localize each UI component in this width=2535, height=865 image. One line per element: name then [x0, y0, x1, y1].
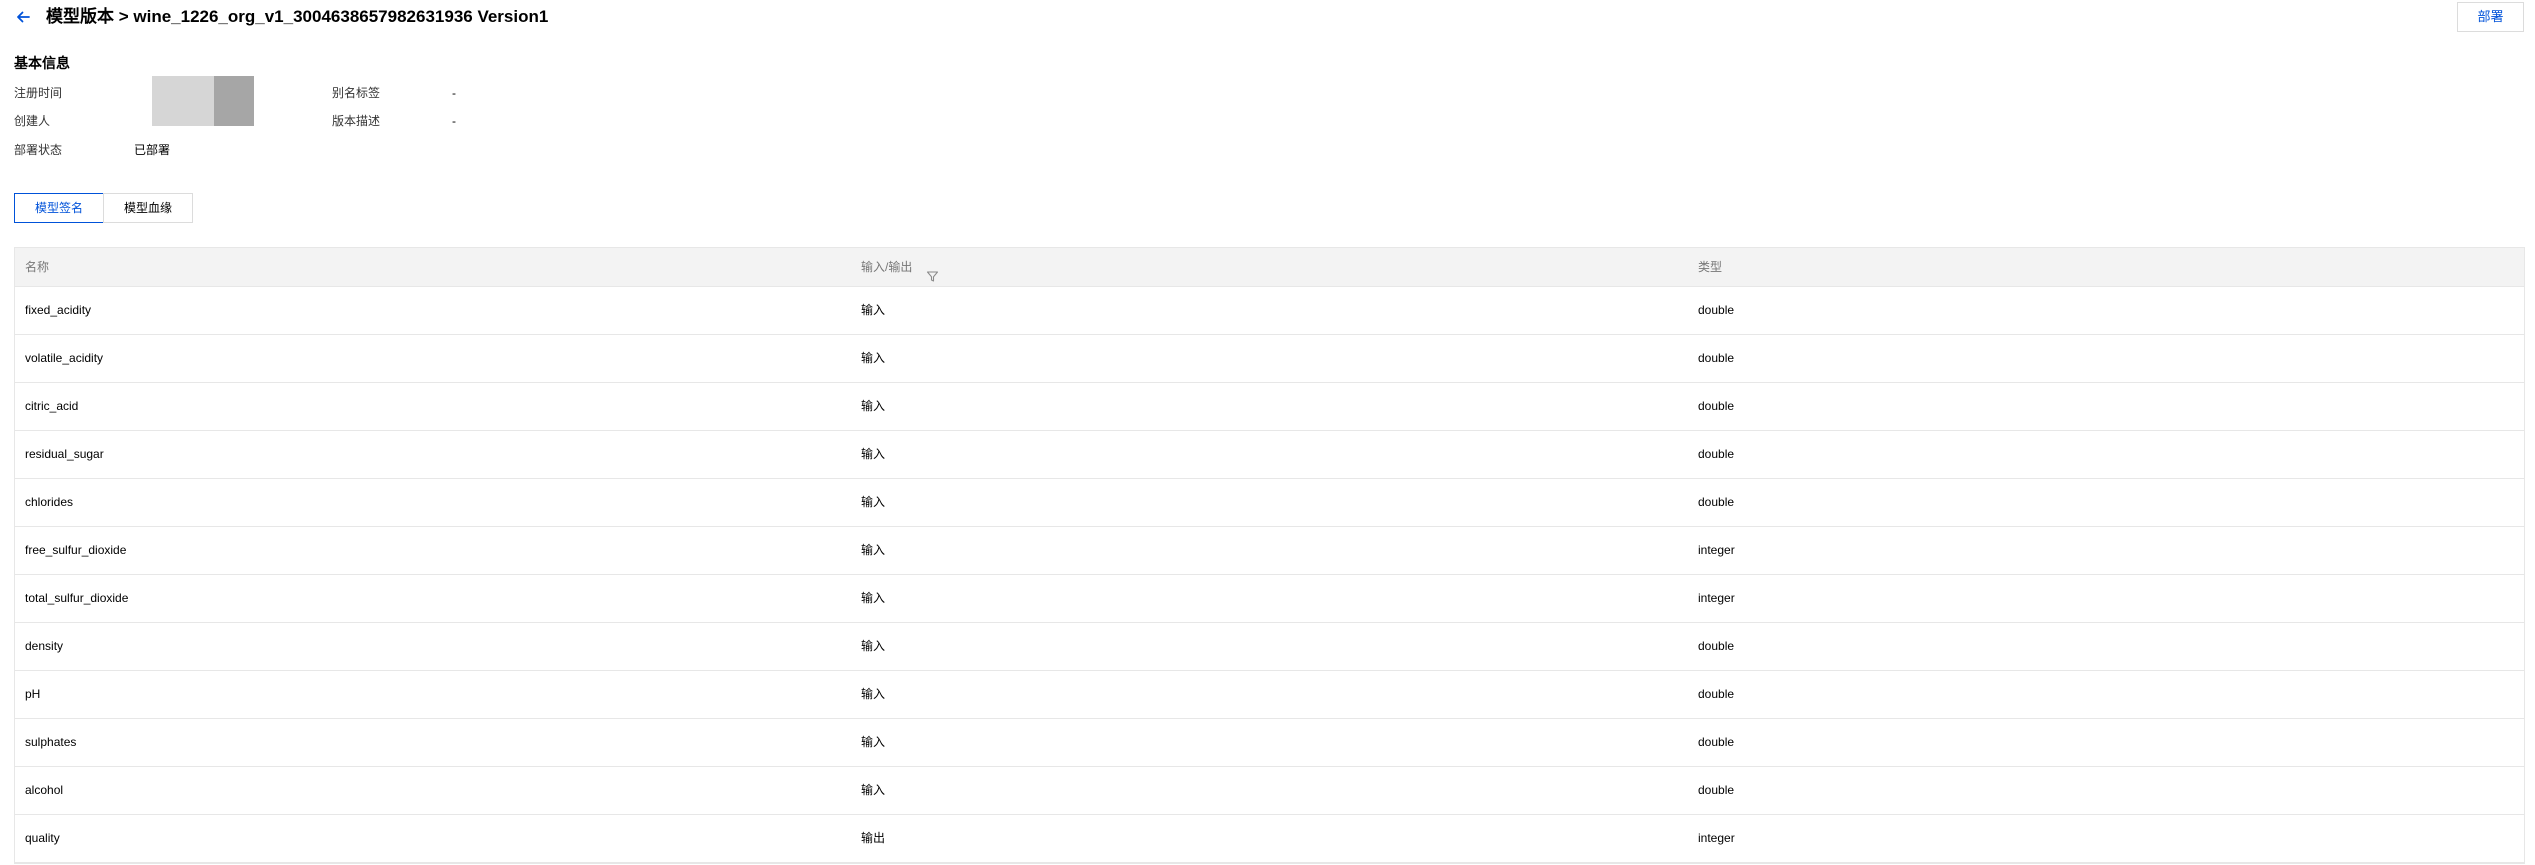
cell-name: alcohol [25, 783, 64, 797]
avatar-dark-segment [214, 76, 254, 126]
cell-name: pH [25, 687, 41, 701]
cell-type: double [1698, 447, 1735, 461]
deploy-status-label: 部署状态 [14, 143, 63, 157]
table-row: citric_acid 输入 double [15, 383, 2524, 431]
table-row: alcohol 输入 double [15, 767, 2524, 815]
registered-time-label: 注册时间 [14, 86, 63, 100]
table-row: residual_sugar 输入 double [15, 431, 2524, 479]
cell-name: residual_sugar [25, 447, 104, 461]
table-row: free_sulfur_dioxide 输入 integer [15, 527, 2524, 575]
page-title: 模型版本 > wine_1226_org_v1_3004638657982631… [46, 7, 549, 26]
table-row: volatile_acidity 输入 double [15, 335, 2524, 383]
creator-label: 创建人 [14, 114, 51, 128]
version-desc-label: 版本描述 [332, 114, 381, 128]
cell-type: double [1698, 783, 1735, 797]
avatar [152, 76, 254, 126]
table-row: density 输入 double [15, 623, 2524, 671]
alias-tag-label: 别名标签 [332, 86, 381, 100]
table-row: fixed_acidity 输入 double [15, 287, 2524, 335]
table-row: sulphates 输入 double [15, 719, 2524, 767]
cell-io: 输入 [861, 543, 886, 557]
cell-io: 输入 [861, 303, 886, 317]
column-header-io-label: 输入/输出 [861, 260, 913, 274]
cell-io: 输入 [861, 351, 886, 365]
avatar-light-segment [152, 76, 214, 126]
cell-type: integer [1698, 543, 1735, 557]
cell-io: 输入 [861, 399, 886, 413]
cell-name: volatile_acidity [25, 351, 104, 365]
cell-type: double [1698, 639, 1735, 653]
cell-type: integer [1698, 591, 1735, 605]
cell-io: 输入 [861, 639, 886, 653]
cell-type: integer [1698, 831, 1735, 845]
filter-icon[interactable] [926, 260, 939, 282]
cell-name: total_sulfur_dioxide [25, 591, 129, 605]
cell-io: 输入 [861, 447, 886, 461]
cell-type: double [1698, 735, 1735, 749]
basic-info-title: 基本信息 [14, 55, 70, 71]
deploy-button[interactable]: 部署 [2457, 2, 2524, 32]
cell-io: 输入 [861, 783, 886, 797]
table-row: total_sulfur_dioxide 输入 integer [15, 575, 2524, 623]
version-desc-value: - [452, 114, 456, 128]
cell-name: chlorides [25, 495, 74, 509]
tab-model-signature[interactable]: 模型签名 [14, 193, 104, 223]
cell-io: 输入 [861, 591, 886, 605]
column-header-type: 类型 [1698, 260, 1723, 274]
table-row: quality 输出 integer [15, 815, 2524, 863]
cell-io: 输入 [861, 735, 886, 749]
cell-name: sulphates [25, 735, 77, 749]
cell-type: double [1698, 399, 1735, 413]
signature-table: 名称 输入/输出 类型 fixed_acidity 输入 double vola… [14, 247, 2525, 864]
model-version-page: 模型版本 > wine_1226_org_v1_3004638657982631… [0, 0, 2535, 865]
tab-group: 模型签名 模型血缘 [14, 193, 193, 223]
cell-name: free_sulfur_dioxide [25, 543, 127, 557]
cell-type: double [1698, 495, 1735, 509]
column-header-name: 名称 [25, 260, 50, 274]
table-header: 名称 输入/输出 类型 [15, 248, 2524, 287]
tab-model-lineage[interactable]: 模型血缘 [103, 193, 193, 223]
cell-type: double [1698, 687, 1735, 701]
column-header-io: 输入/输出 [861, 248, 939, 287]
deploy-status-value: 已部署 [134, 143, 171, 157]
cell-io: 输入 [861, 687, 886, 701]
cell-name: fixed_acidity [25, 303, 92, 317]
cell-io: 输出 [861, 831, 886, 845]
cell-type: double [1698, 303, 1735, 317]
cell-name: quality [25, 831, 60, 845]
cell-name: density [25, 639, 64, 653]
cell-type: double [1698, 351, 1735, 365]
table-row: chlorides 输入 double [15, 479, 2524, 527]
alias-tag-value: - [452, 86, 456, 100]
cell-io: 输入 [861, 495, 886, 509]
cell-name: citric_acid [25, 399, 79, 413]
page-header: 模型版本 > wine_1226_org_v1_3004638657982631… [0, 0, 2535, 36]
arrow-left-icon[interactable] [12, 6, 34, 28]
table-row: pH 输入 double [15, 671, 2524, 719]
